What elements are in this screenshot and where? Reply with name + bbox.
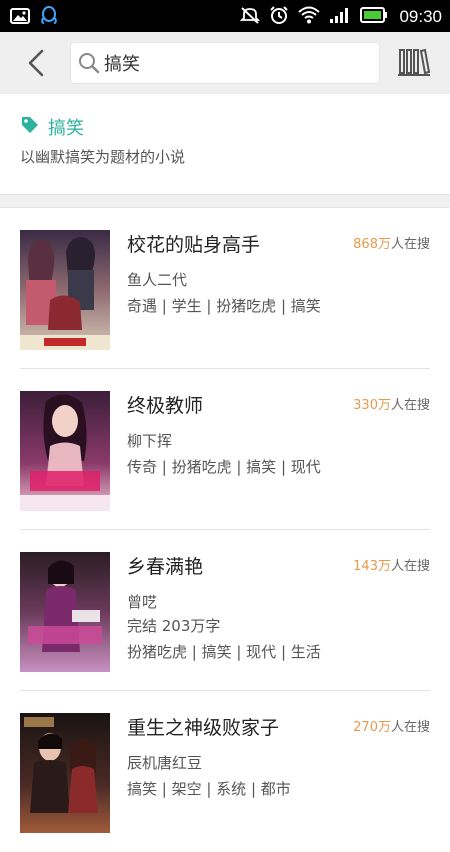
book-item[interactable]: 校花的贴身高手 868万人在搜 鱼人二代 奇遇 | 学生 | 扮猪吃虎 | 搞笑 xyxy=(0,208,450,369)
search-icon xyxy=(78,52,100,74)
battery-icon xyxy=(360,6,388,28)
section-divider xyxy=(0,194,450,208)
book-tags: 搞笑 | 架空 | 系统 | 都市 xyxy=(127,780,291,798)
book-title[interactable]: 重生之神级败家子 xyxy=(127,713,279,740)
book-tags: 扮猪吃虎 | 搞笑 | 现代 | 生活 xyxy=(127,643,321,661)
gallery-notification-icon xyxy=(10,8,30,28)
book-item[interactable]: 乡春满艳 143万人在搜 曾呓 完结 203万字 扮猪吃虎 | 搞笑 | 现代 … xyxy=(0,530,450,691)
mute-icon xyxy=(240,6,261,28)
book-list: 校花的贴身高手 868万人在搜 鱼人二代 奇遇 | 学生 | 扮猪吃虎 | 搞笑… xyxy=(0,208,450,852)
book-author: 鱼人二代 xyxy=(127,271,188,289)
tag-header: 搞笑 以幽默搞笑为题材的小说 xyxy=(0,94,450,194)
wifi-icon xyxy=(298,6,321,28)
back-button[interactable] xyxy=(22,47,52,79)
tag-description: 以幽默搞笑为题材的小说 xyxy=(20,148,186,166)
book-cover[interactable] xyxy=(20,391,110,511)
status-bar: 09:30 xyxy=(0,0,450,32)
book-cover[interactable] xyxy=(20,713,110,833)
book-author: 柳下挥 xyxy=(127,432,173,450)
book-title[interactable]: 校花的贴身高手 xyxy=(127,230,260,257)
chevron-left-icon xyxy=(28,49,44,77)
search-input[interactable] xyxy=(104,42,364,84)
book-author: 辰机唐红豆 xyxy=(127,754,203,772)
book-tags: 奇遇 | 学生 | 扮猪吃虎 | 搞笑 xyxy=(127,297,321,315)
tag-icon xyxy=(20,115,40,139)
book-status: 完结 203万字 xyxy=(127,617,221,635)
book-title[interactable]: 乡春满艳 xyxy=(127,552,203,579)
search-count: 143万人在搜 xyxy=(353,559,430,574)
book-title[interactable]: 终极教师 xyxy=(127,391,203,418)
search-count: 868万人在搜 xyxy=(353,237,430,252)
book-item[interactable]: 终极教师 330万人在搜 柳下挥 传奇 | 扮猪吃虎 | 搞笑 | 现代 xyxy=(0,369,450,530)
search-count: 270万人在搜 xyxy=(353,720,430,735)
search-toolbar xyxy=(0,32,450,95)
search-box[interactable] xyxy=(70,42,380,84)
book-author: 曾呓 xyxy=(127,593,158,611)
alarm-icon xyxy=(269,5,289,29)
tag-name: 搞笑 xyxy=(48,118,84,139)
book-cover[interactable] xyxy=(20,230,110,350)
book-cover[interactable] xyxy=(20,552,110,672)
search-count: 330万人在搜 xyxy=(353,398,430,413)
qq-notification-icon xyxy=(40,6,58,30)
signal-icon xyxy=(329,6,351,28)
book-item[interactable]: 重生之神级败家子 270万人在搜 辰机唐红豆 搞笑 | 架空 | 系统 | 都市 xyxy=(0,691,450,852)
book-tags: 传奇 | 扮猪吃虎 | 搞笑 | 现代 xyxy=(127,458,321,476)
bookshelf-icon xyxy=(398,48,431,76)
bookshelf-button[interactable] xyxy=(398,47,431,77)
clock: 09:30 xyxy=(399,7,442,26)
